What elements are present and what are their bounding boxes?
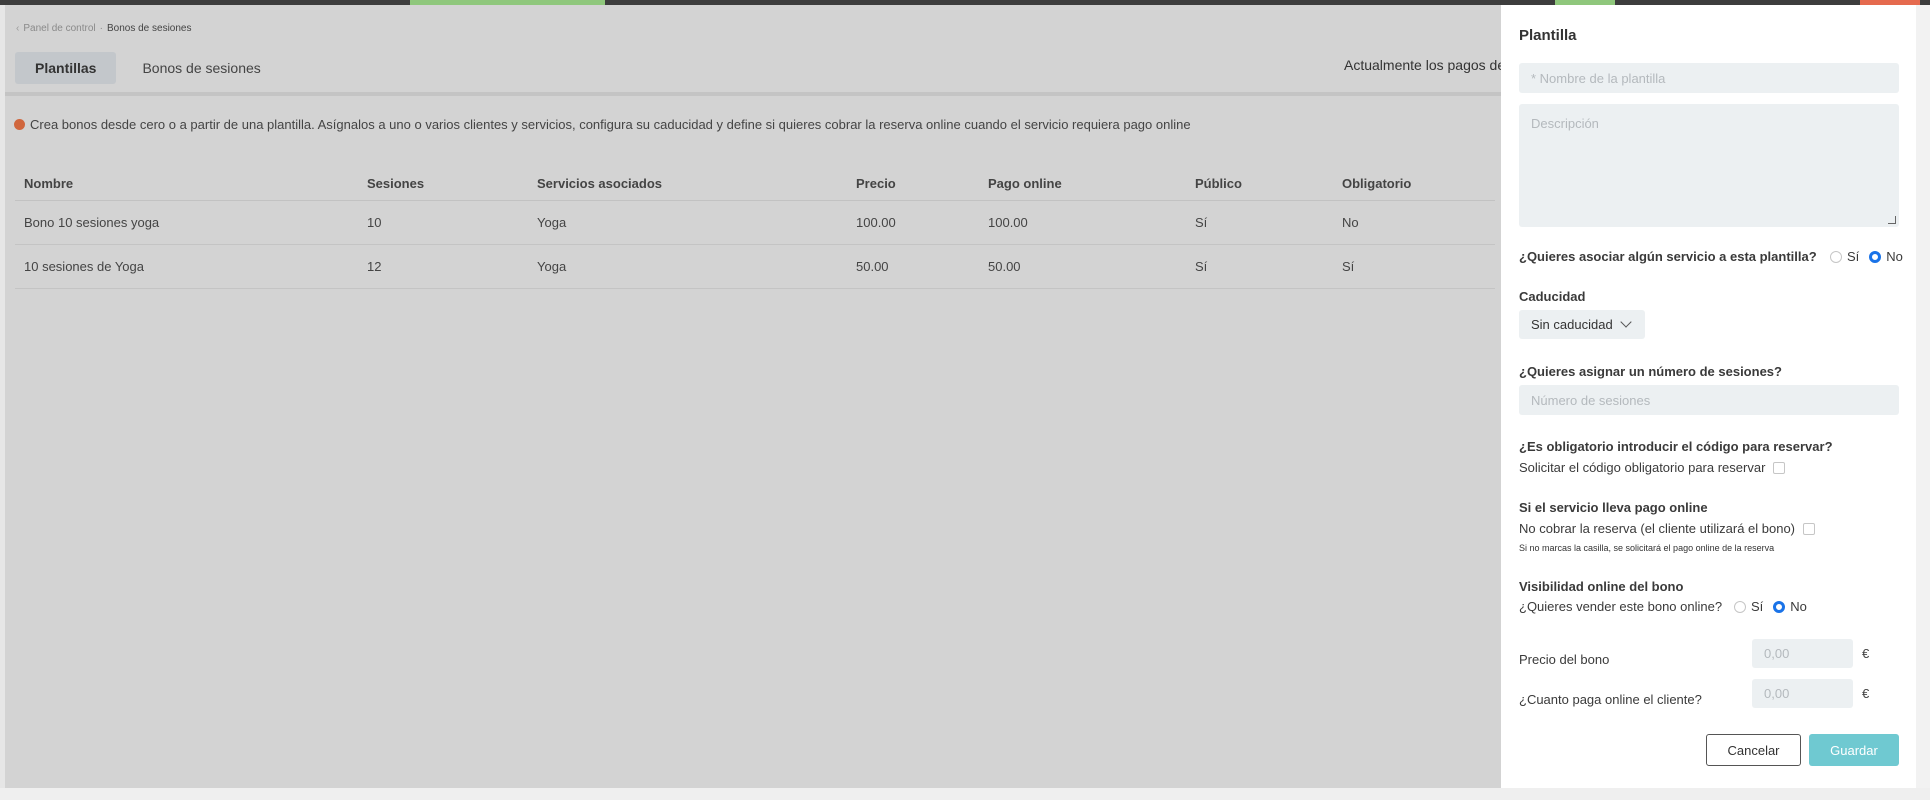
table-row[interactable]: 10 sesiones de Yoga 12 Yoga 50.00 50.00 … xyxy=(15,244,1495,289)
cell-servicios: Yoga xyxy=(528,200,847,245)
associate-service-question: ¿Quieres asociar algún servicio a esta p… xyxy=(1519,249,1817,264)
chevron-down-icon xyxy=(1620,316,1632,328)
info-dot-icon xyxy=(14,119,25,130)
expiry-label: Caducidad xyxy=(1519,289,1586,304)
sessions-question: ¿Quieres asignar un número de sesiones? xyxy=(1519,364,1782,379)
online-payment-checkbox-row: No cobrar la reserva (el cliente utiliza… xyxy=(1519,521,1816,536)
chevron-left-icon: ‹ xyxy=(16,23,20,34)
description-placeholder: Descripción xyxy=(1531,116,1599,131)
template-side-panel: Plantilla * Nombre de la plantilla Descr… xyxy=(1501,5,1916,788)
tab-plantillas[interactable]: Plantillas xyxy=(15,52,117,84)
sessions-input[interactable]: Número de sesiones xyxy=(1519,385,1899,415)
breadcrumb-parent[interactable]: Panel de control xyxy=(23,23,95,34)
breadcrumb-current: Bonos de sesiones xyxy=(106,23,192,34)
save-button[interactable]: Guardar xyxy=(1809,734,1899,766)
cell-servicios: Yoga xyxy=(528,244,847,289)
associate-yes-label: Sí xyxy=(1847,249,1860,264)
cell-publico: Sí xyxy=(1186,244,1333,289)
panel-edge xyxy=(1916,5,1930,788)
cell-nombre: Bono 10 sesiones yoga xyxy=(15,200,358,245)
visibility-no-label: No xyxy=(1790,599,1807,614)
price-input[interactable]: 0,00 xyxy=(1752,639,1853,668)
expiry-value: Sin caducidad xyxy=(1531,317,1613,332)
visibility-no-radio[interactable] xyxy=(1773,600,1786,613)
info-text: Crea bonos desde cero o a partir de una … xyxy=(30,117,1191,132)
cell-precio: 50.00 xyxy=(847,244,979,289)
visibility-yes-label: Sí xyxy=(1751,599,1764,614)
online-pay-input[interactable]: 0,00 xyxy=(1752,679,1853,708)
price-label: Precio del bono xyxy=(1519,652,1610,667)
column-header-publico: Público xyxy=(1186,167,1333,201)
online-pay-label: ¿Cuanto paga online el cliente? xyxy=(1519,692,1702,707)
breadcrumb-separator: · xyxy=(99,23,103,34)
cell-nombre: 10 sesiones de Yoga xyxy=(15,244,358,289)
column-header-sesiones: Sesiones xyxy=(358,167,528,201)
visibility-radio-group: Sí No xyxy=(1734,599,1807,614)
cell-obligatorio: No xyxy=(1333,200,1495,245)
associate-yes-radio[interactable] xyxy=(1830,250,1842,263)
column-header-servicios: Servicios asociados xyxy=(528,167,847,201)
online-payment-checkbox-label: No cobrar la reserva (el cliente utiliza… xyxy=(1519,521,1796,536)
template-name-input[interactable]: * Nombre de la plantilla xyxy=(1519,63,1899,93)
mandatory-question: ¿Es obligatorio introducir el código par… xyxy=(1519,439,1833,454)
cell-pago-online: 50.00 xyxy=(979,244,1186,289)
divider xyxy=(5,92,1501,96)
visibility-heading: Visibilidad online del bono xyxy=(1519,579,1684,594)
associate-no-label: No xyxy=(1886,249,1903,264)
online-payment-heading: Si el servicio lleva pago online xyxy=(1519,500,1708,515)
mandatory-checkbox-label: Solicitar el código obligatorio para res… xyxy=(1519,460,1766,475)
resize-handle-icon[interactable] xyxy=(1888,216,1896,224)
tab-bonos-de-sesiones[interactable]: Bonos de sesiones xyxy=(122,52,280,84)
online-payment-checkbox[interactable] xyxy=(1803,522,1816,535)
panel-title: Plantilla xyxy=(1519,27,1577,44)
online-payment-hint: Si no marcas la casilla, se solicitará e… xyxy=(1519,543,1775,553)
column-header-pago-online: Pago online xyxy=(979,167,1186,201)
visibility-question: ¿Quieres vender este bono online? xyxy=(1519,599,1723,614)
price-currency: € xyxy=(1862,646,1870,661)
templates-table: Nombre Sesiones Servicios asociados Prec… xyxy=(15,167,1495,289)
cell-sesiones: 12 xyxy=(358,244,528,289)
cell-precio: 100.00 xyxy=(847,200,979,245)
description-textarea[interactable]: Descripción xyxy=(1519,104,1899,227)
mandatory-checkbox-row: Solicitar el código obligatorio para res… xyxy=(1519,460,1786,475)
associate-service-radio-group: Sí No xyxy=(1830,249,1903,264)
cancel-button[interactable]: Cancelar xyxy=(1706,734,1801,766)
column-header-nombre: Nombre xyxy=(15,167,358,201)
table-header-row: Nombre Sesiones Servicios asociados Prec… xyxy=(15,167,1495,201)
online-pay-currency: € xyxy=(1862,686,1870,701)
column-header-obligatorio: Obligatorio xyxy=(1333,167,1495,201)
cell-sesiones: 10 xyxy=(358,200,528,245)
main-content-overlay: ‹ Panel de control · Bonos de sesiones P… xyxy=(5,5,1501,788)
bottom-strip xyxy=(0,788,1930,800)
associate-no-radio[interactable] xyxy=(1869,250,1882,263)
cell-pago-online: 100.00 xyxy=(979,200,1186,245)
cell-obligatorio: Sí xyxy=(1333,244,1495,289)
expiry-select[interactable]: Sin caducidad xyxy=(1519,310,1645,339)
mandatory-checkbox[interactable] xyxy=(1773,461,1786,474)
breadcrumb: ‹ Panel de control · Bonos de sesiones xyxy=(16,23,191,34)
payments-notice: Actualmente los pagos de xyxy=(1344,57,1501,73)
info-message: Crea bonos desde cero o a partir de una … xyxy=(14,117,1191,132)
visibility-yes-radio[interactable] xyxy=(1734,600,1746,613)
table-row[interactable]: Bono 10 sesiones yoga 10 Yoga 100.00 100… xyxy=(15,200,1495,245)
cell-publico: Sí xyxy=(1186,200,1333,245)
tab-bar: Plantillas Bonos de sesiones xyxy=(15,52,281,84)
column-header-precio: Precio xyxy=(847,167,979,201)
